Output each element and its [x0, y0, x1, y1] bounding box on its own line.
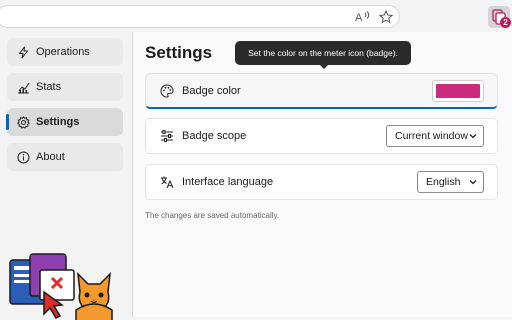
setting-badge-color: Badge color: [145, 73, 498, 109]
tooltip: Set the color on the meter icon (badge).: [235, 41, 411, 69]
badge-scope-select[interactable]: Current window: [386, 125, 484, 147]
autosave-hint: The changes are saved automatically.: [145, 211, 280, 220]
sidebar-item-operations[interactable]: Operations: [7, 38, 123, 66]
select-value: Current window: [395, 130, 468, 142]
sidebar-item-label: Settings: [36, 116, 80, 128]
sliders-icon: [160, 129, 174, 143]
chart-icon: [17, 81, 30, 94]
active-indicator: [6, 114, 9, 130]
badge-color-picker[interactable]: [432, 80, 484, 102]
sidebar-item-settings[interactable]: Settings: [6, 108, 123, 136]
svg-text:A: A: [355, 12, 363, 24]
setting-badge-scope: Badge scope Current window: [145, 118, 498, 154]
palette-icon: [160, 83, 174, 98]
sidebar-item-label: About: [36, 151, 65, 163]
chevron-down-icon: [469, 134, 477, 139]
setting-label: Interface language: [182, 176, 274, 188]
gear-icon: [17, 115, 30, 129]
extension-badge: 2: [500, 17, 511, 28]
browser-toolbar: A 2: [0, 0, 512, 32]
chevron-down-icon: [469, 180, 477, 185]
extension-popup: Operations Stats Settings About Settings…: [0, 32, 512, 320]
extension-meter-icon[interactable]: 2: [488, 6, 511, 28]
settings-content: Settings Set the color on the meter icon…: [134, 32, 512, 317]
star-icon[interactable]: [378, 9, 394, 25]
read-aloud-icon[interactable]: A: [354, 9, 370, 25]
address-bar[interactable]: [0, 5, 400, 28]
translate-icon: [160, 175, 174, 189]
setting-label: Badge color: [182, 84, 241, 97]
color-swatch: [436, 84, 480, 98]
page-title: Settings: [145, 43, 213, 62]
select-value: English: [426, 176, 461, 188]
language-select[interactable]: English: [417, 171, 484, 193]
sidebar: Operations Stats Settings About: [0, 32, 133, 320]
sidebar-item-about[interactable]: About: [7, 143, 123, 171]
info-icon: [17, 151, 30, 164]
bolt-icon: [17, 46, 30, 59]
setting-interface-language: Interface language English: [145, 164, 498, 200]
sidebar-item-label: Operations: [36, 46, 90, 58]
sidebar-item-stats[interactable]: Stats: [7, 73, 123, 101]
mascot-illustration: [9, 253, 113, 320]
sidebar-item-label: Stats: [36, 81, 62, 93]
setting-label: Badge scope: [182, 130, 247, 142]
